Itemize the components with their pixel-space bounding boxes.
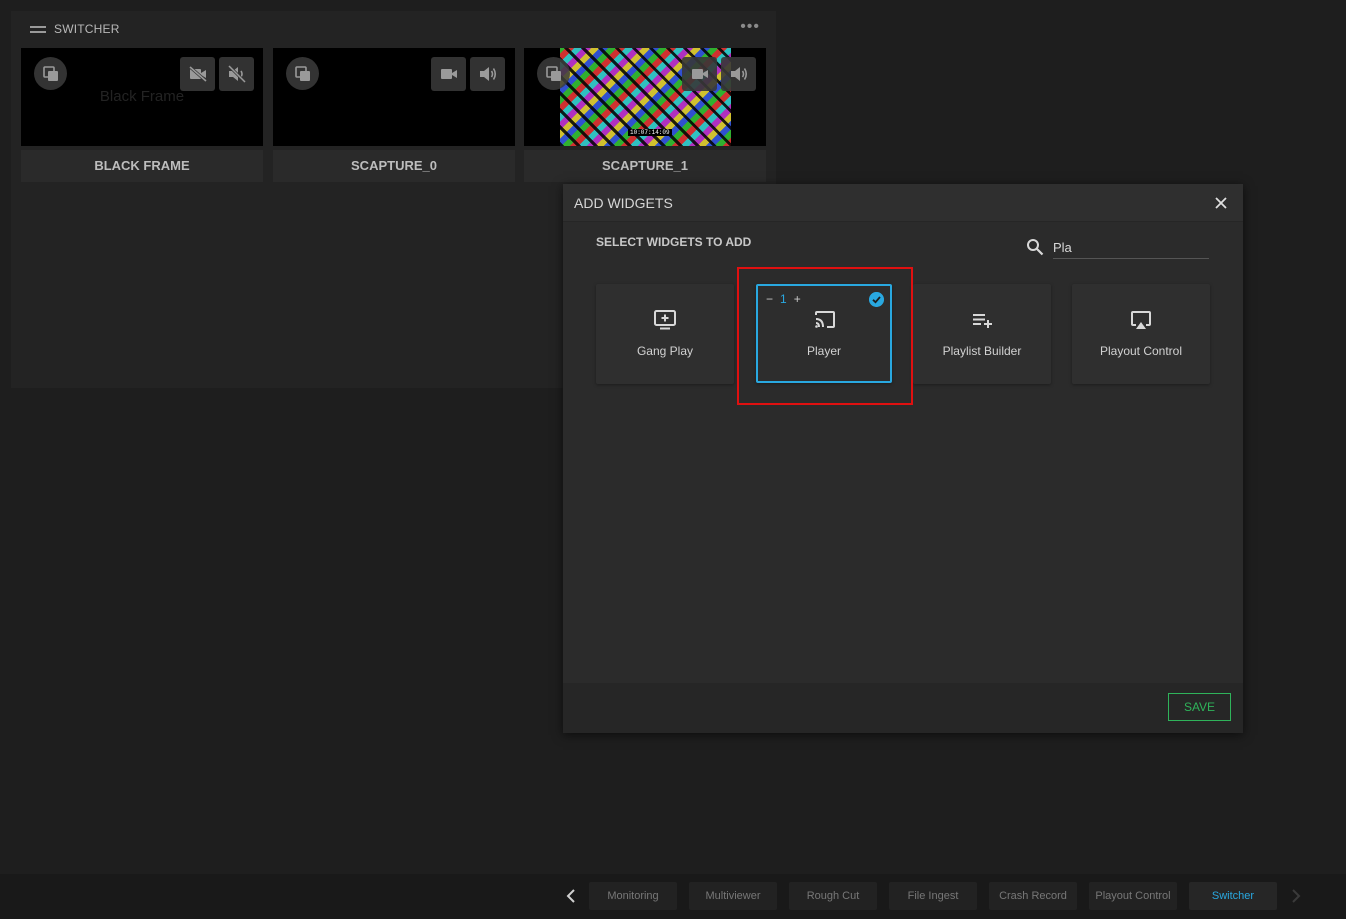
- dialog-title: ADD WIDGETS: [574, 195, 673, 211]
- dialog-header: ADD WIDGETS: [563, 184, 1243, 222]
- selection-highlight-box: [737, 267, 913, 405]
- tab-crash-record[interactable]: Crash Record: [989, 882, 1077, 910]
- switcher-header: SWITCHER •••: [11, 11, 776, 45]
- copy-icon[interactable]: [286, 57, 319, 90]
- copy-icon[interactable]: [537, 57, 570, 90]
- widget-label: Gang Play: [636, 344, 694, 358]
- widget-label: Playout Control: [1099, 344, 1183, 358]
- source-label[interactable]: SCAPTURE_0: [273, 150, 515, 182]
- switcher-title: SWITCHER: [54, 22, 120, 36]
- volume-off-icon[interactable]: [219, 57, 254, 91]
- dialog-subtitle: SELECT WIDGETS TO ADD: [596, 235, 752, 249]
- drag-handle-icon[interactable]: [30, 26, 46, 33]
- dialog-footer: SAVE: [563, 683, 1243, 733]
- widget-label: Playlist Builder: [942, 344, 1022, 358]
- source-scapture-1[interactable]: 10:07:14:09 SCAPTURE_1: [524, 48, 766, 182]
- chevron-left-icon[interactable]: [565, 888, 577, 904]
- close-icon[interactable]: [1213, 195, 1229, 211]
- tab-monitoring[interactable]: Monitoring: [589, 882, 677, 910]
- source-scapture-0[interactable]: SCAPTURE_0: [273, 48, 515, 182]
- search-icon: [1027, 239, 1044, 256]
- copy-icon[interactable]: [34, 57, 67, 90]
- source-preview[interactable]: 10:07:14:09: [524, 48, 766, 146]
- volume-icon[interactable]: [721, 57, 756, 91]
- tab-switcher[interactable]: Switcher: [1189, 882, 1277, 910]
- video-off-icon[interactable]: [180, 57, 215, 91]
- widget-tile-gang-play[interactable]: Gang Play: [596, 284, 734, 384]
- source-black-frame[interactable]: Black Frame BLACK FRAME: [21, 48, 263, 182]
- playlist-add-icon: [973, 314, 992, 328]
- volume-icon[interactable]: [470, 57, 505, 91]
- video-icon[interactable]: [431, 57, 466, 91]
- tab-playout-control[interactable]: Playout Control: [1089, 882, 1177, 910]
- save-button[interactable]: SAVE: [1168, 693, 1231, 721]
- add-to-screen-icon: [654, 310, 676, 330]
- more-options-icon[interactable]: •••: [740, 19, 760, 35]
- widget-tile-playlist-builder[interactable]: Playlist Builder: [913, 284, 1051, 384]
- tab-multiviewer[interactable]: Multiviewer: [689, 882, 777, 910]
- source-label[interactable]: SCAPTURE_1: [524, 150, 766, 182]
- airplay-icon: [1131, 311, 1151, 329]
- source-preview[interactable]: [273, 48, 515, 146]
- bottom-tab-bar: Monitoring Multiviewer Rough Cut File In…: [0, 874, 1346, 919]
- video-icon[interactable]: [682, 57, 717, 91]
- source-preview[interactable]: Black Frame: [21, 48, 263, 146]
- widget-tile-playout-control[interactable]: Playout Control: [1072, 284, 1210, 384]
- tab-file-ingest[interactable]: File Ingest: [889, 882, 977, 910]
- tab-rough-cut[interactable]: Rough Cut: [789, 882, 877, 910]
- chevron-right-icon[interactable]: [1290, 888, 1302, 904]
- source-label[interactable]: BLACK FRAME: [21, 150, 263, 182]
- video-timestamp: 10:07:14:09: [628, 129, 672, 136]
- widget-search-input[interactable]: [1053, 237, 1209, 259]
